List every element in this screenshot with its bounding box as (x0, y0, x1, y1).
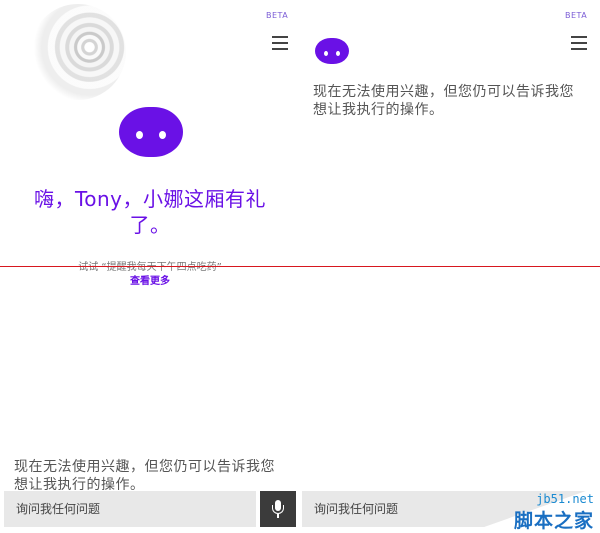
cortana-face-icon (119, 107, 183, 157)
offline-message: 现在无法使用兴趣，但您仍可以告诉我您想让我执行的操作。 (14, 459, 275, 490)
beta-label: BETA (266, 11, 289, 20)
cortana-face-icon (315, 38, 349, 64)
offline-message: 现在无法使用兴趣，但您仍可以告诉我您想让我执行的操作。 (313, 84, 574, 118)
watermark-name: 脚本之家 (513, 510, 594, 532)
hamburger-menu-icon[interactable] (571, 36, 587, 50)
search-input[interactable]: 询问我任何问题 (4, 491, 256, 527)
see-more-link[interactable]: 查看更多 (0, 272, 300, 287)
greeting-text: 嗨，Tony，小娜这厢有礼了。 (33, 187, 267, 237)
red-divider-line (0, 266, 600, 267)
swirl-logo-icon (30, 4, 126, 100)
hamburger-menu-icon[interactable] (272, 36, 288, 50)
microphone-button[interactable] (260, 491, 296, 527)
watermark-domain: jb51.net (536, 492, 594, 506)
beta-label: BETA (565, 11, 588, 20)
